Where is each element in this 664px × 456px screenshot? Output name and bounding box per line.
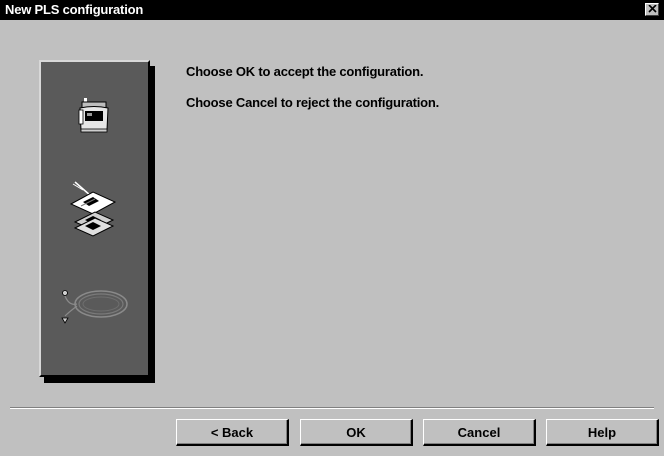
help-button[interactable]: Help: [546, 419, 659, 446]
scanner-device-icon: [78, 98, 109, 133]
cable-connection-icon: [61, 290, 128, 324]
cancel-button[interactable]: Cancel: [423, 419, 536, 446]
accept-instruction-text: Choose OK to accept the configuration.: [186, 64, 424, 79]
back-button[interactable]: < Back: [176, 419, 289, 446]
close-icon: [648, 5, 657, 13]
side-panel: [39, 60, 150, 377]
ok-button[interactable]: OK: [300, 419, 413, 446]
button-separator: [10, 407, 654, 409]
reject-instruction-text: Choose Cancel to reject the configuratio…: [186, 95, 440, 110]
title-bar[interactable]: New PLS configuration: [0, 0, 664, 20]
window-title: New PLS configuration: [5, 2, 144, 17]
dialog-window: New PLS configuration Choose OK to accep…: [0, 0, 664, 456]
close-button[interactable]: [645, 3, 659, 16]
configuration-sheet-icon: [69, 181, 117, 237]
